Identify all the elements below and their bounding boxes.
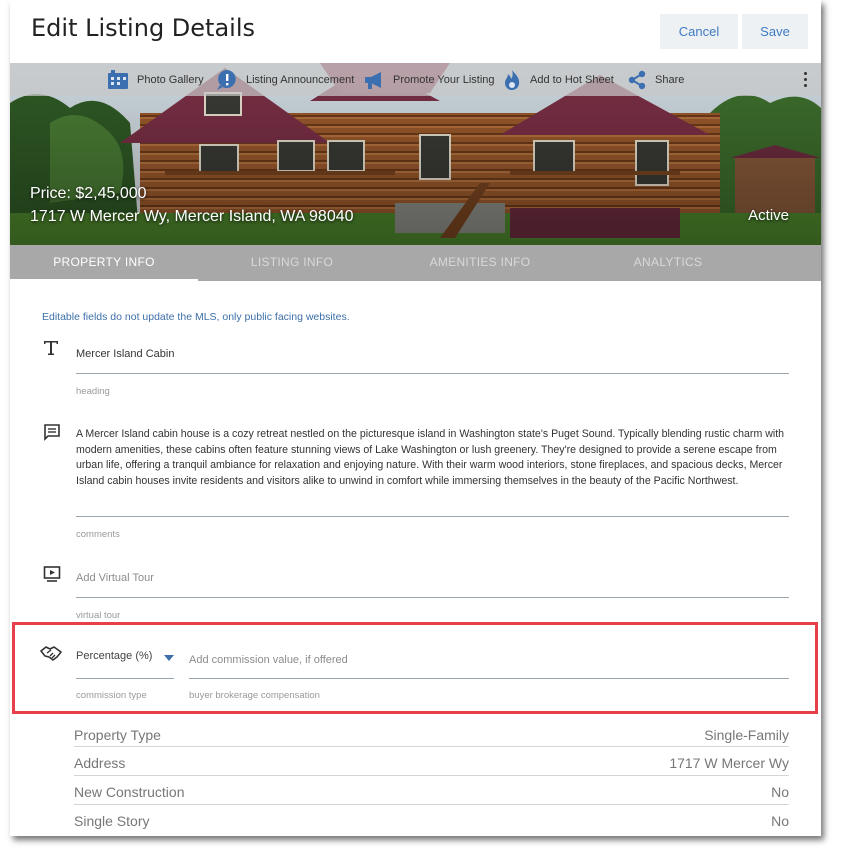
comments-textarea[interactable]: A Mercer Island cabin house is a cozy re…: [76, 427, 791, 489]
cancel-button[interactable]: Cancel: [660, 14, 738, 49]
photo-gallery-icon: [108, 70, 128, 89]
virtual-tour-input[interactable]: Add Virtual Tour: [76, 572, 154, 584]
listing-status: Active: [748, 207, 789, 224]
heading-label: heading: [76, 386, 110, 397]
virtual-tour-underline: [76, 597, 789, 598]
listing-announcement-label: Listing Announcement: [246, 74, 355, 86]
heading-underline: [76, 373, 789, 374]
commission-value-input[interactable]: [189, 650, 789, 670]
commission-type-value: Percentage (%): [76, 650, 153, 662]
mls-notice: Editable fields do not update the MLS, o…: [42, 311, 350, 323]
listing-price: Price: $2,45,000: [30, 185, 147, 202]
hero-banner: Photo Gallery Listing Announcement Promo…: [10, 63, 821, 245]
detail-value: No: [771, 784, 789, 800]
detail-row-new-construction: New Construction No: [74, 775, 789, 804]
page-title: Edit Listing Details: [31, 14, 256, 42]
text-icon: [44, 341, 58, 355]
promote-listing-label: Promote Your Listing: [393, 74, 495, 86]
comments-underline: [76, 516, 789, 517]
comments-label: comments: [76, 529, 120, 540]
detail-key: Property Type: [74, 727, 161, 743]
video-play-icon: [43, 566, 61, 582]
save-button[interactable]: Save: [742, 14, 808, 49]
flame-icon: [505, 70, 520, 90]
commission-type-select[interactable]: Percentage (%): [76, 650, 174, 670]
add-to-hot-sheet-label: Add to Hot Sheet: [530, 74, 614, 86]
photo-gallery-label: Photo Gallery: [137, 74, 204, 86]
listing-address: 1717 W Mercer Wy, Mercer Island, WA 9804…: [30, 208, 354, 225]
listing-announcement-button[interactable]: Listing Announcement: [216, 69, 354, 91]
listing-toolbar: Photo Gallery Listing Announcement Promo…: [10, 63, 821, 96]
promote-listing-button[interactable]: Promote Your Listing: [363, 69, 495, 91]
commission-value-underline: [189, 678, 789, 679]
announcement-icon: [217, 70, 236, 90]
commission-type-label: commission type: [76, 690, 147, 701]
tab-amenities-info[interactable]: AMENITIES INFO: [386, 245, 574, 281]
tab-listing-info[interactable]: LISTING INFO: [198, 245, 386, 281]
detail-row-single-story: Single Story No: [74, 804, 789, 833]
tab-property-info[interactable]: PROPERTY INFO: [10, 245, 198, 281]
detail-key: Single Story: [74, 813, 150, 829]
detail-key: Address: [74, 755, 126, 771]
virtual-tour-label: virtual tour: [76, 610, 121, 621]
heading-input[interactable]: Mercer Island Cabin: [76, 348, 174, 360]
kebab-menu-icon[interactable]: [802, 72, 808, 90]
detail-value: Single-Family: [704, 727, 789, 743]
share-button[interactable]: Share: [627, 69, 684, 91]
tab-bar: PROPERTY INFO LISTING INFO AMENITIES INF…: [10, 245, 821, 281]
header: Edit Listing Details Cancel Save: [10, 0, 821, 63]
commission-type-underline: [76, 678, 174, 679]
share-icon: [628, 70, 646, 90]
detail-row-address: Address 1717 W Mercer Wy: [74, 746, 789, 775]
detail-value: No: [771, 813, 789, 829]
tab-analytics[interactable]: ANALYTICS: [574, 245, 762, 281]
add-to-hot-sheet-button[interactable]: Add to Hot Sheet: [502, 69, 614, 91]
handshake-icon: [40, 646, 62, 661]
commission-value-label: buyer brokerage compensation: [189, 690, 320, 701]
comment-icon: [44, 424, 60, 441]
detail-row-property-type: Property Type Single-Family: [74, 719, 789, 748]
detail-key: New Construction: [74, 784, 185, 800]
megaphone-icon: [365, 72, 381, 89]
photo-gallery-button[interactable]: Photo Gallery: [107, 69, 204, 91]
chevron-down-icon: [164, 655, 174, 661]
share-label: Share: [655, 74, 685, 86]
edit-listing-panel: Edit Listing Details Cancel Save Photo G…: [10, 0, 821, 836]
detail-value: 1717 W Mercer Wy: [669, 755, 789, 771]
